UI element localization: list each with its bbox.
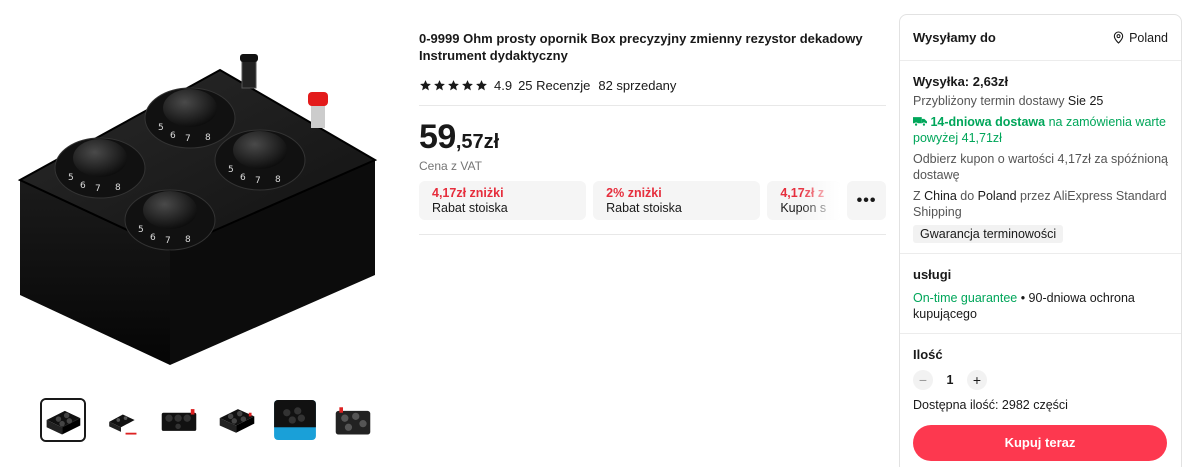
svg-text:5: 5 (68, 173, 74, 183)
fast-delivery-label: 14-dniowa dostawa (930, 114, 1046, 129)
thumbnail-5[interactable] (272, 398, 318, 442)
thumbnail-strip (40, 398, 376, 442)
rating-row: 4.9 25 Recenzje 82 sprzedany (419, 78, 886, 93)
product-title: 0-9999 Ohm prosty opornik Box precyzyjny… (419, 31, 863, 63)
svg-text:8: 8 (185, 235, 191, 245)
thumbnail-1[interactable] (40, 398, 86, 442)
shipping-route: Z China do Poland przez AliExpress Stand… (913, 188, 1168, 221)
svg-text:8: 8 (205, 133, 211, 143)
coupon-store-coupon[interactable]: 4,17zł z Kupon s (767, 181, 841, 220)
svg-text:5: 5 (158, 123, 164, 133)
svg-text:6: 6 (150, 233, 156, 243)
services-title: usługi (913, 266, 952, 282)
price-decimal: ,57zł (455, 131, 500, 153)
delivery-date: Sie 25 (1067, 94, 1104, 108)
decrease-quantity-button[interactable]: − (913, 369, 933, 390)
route-prefix: Z (913, 188, 925, 203)
more-coupons-button[interactable]: ••• (847, 181, 886, 220)
svg-text:5: 5 (228, 165, 234, 175)
route-mid: do (956, 188, 978, 203)
purchase-panel: Wysyłamy do Poland Wysyłka: 2,63zł Przyb… (899, 14, 1182, 467)
increase-quantity-button[interactable]: + (967, 369, 987, 390)
svg-text:8: 8 (115, 183, 121, 193)
coupon-subtitle: Kupon s (780, 201, 827, 215)
on-time-guarantee: On-time guarantee (913, 290, 1018, 305)
sold-count: 82 sprzedany (598, 78, 677, 93)
svg-text:8: 8 (275, 175, 281, 185)
vat-note: Cena z VAT (419, 159, 482, 173)
location-pin-icon (1113, 31, 1124, 44)
late-delivery-coupon: Odbierz kupon o wartości 4,17zł za spóźn… (913, 151, 1169, 183)
thumbnail-4[interactable] (214, 398, 260, 442)
product-info: 0-9999 Ohm prosty opornik Box precyzyjny… (419, 30, 886, 235)
route-origin: China (924, 188, 957, 203)
delivery-prefix: Przybliżony termin dostawy (913, 94, 1068, 108)
quantity-section: Ilość − 1 + Dostępna ilość: 2982 części … (900, 334, 1181, 461)
star-icon (462, 80, 473, 91)
destination-country: Poland (1129, 30, 1168, 45)
coupon-store-discount-2[interactable]: 2% zniżki Rabat stoiska (593, 181, 761, 220)
svg-text:7: 7 (165, 236, 171, 246)
svg-text:7: 7 (185, 134, 191, 144)
star-icon (434, 80, 445, 91)
quantity-title: Ilość (913, 346, 943, 362)
coupon-title: 4,17zł z (780, 186, 825, 200)
shipping-section: Wysyłka: 2,63zł Przybliżony termin dosta… (900, 61, 1181, 254)
svg-text:5: 5 (138, 225, 144, 235)
thumbnail-2[interactable] (98, 398, 144, 442)
coupon-subtitle: Rabat stoiska (606, 201, 682, 215)
ship-to-label: Wysyłamy do (913, 30, 996, 45)
thumbnail-6[interactable] (330, 398, 376, 442)
svg-text:6: 6 (240, 173, 246, 183)
destination[interactable]: Poland (1113, 31, 1168, 45)
coupon-subtitle: Rabat stoiska (432, 201, 508, 215)
route-destination: Poland (977, 188, 1017, 203)
fast-delivery-note: 14-dniowa dostawa na zamówienia warte po… (913, 114, 1168, 147)
guarantee-tag[interactable]: Gwarancja terminowości (913, 224, 1064, 243)
star-icon (476, 80, 487, 91)
buy-now-button[interactable]: Kupuj teraz (913, 424, 1167, 461)
coupon-list: 4,17zł zniżki Rabat stoiska 2% zniżki Ra… (419, 181, 886, 220)
divider (419, 234, 886, 235)
star-rating (419, 79, 488, 92)
main-product-image[interactable]: 5678 5678 5678 5678 (10, 40, 390, 380)
truck-icon (913, 116, 927, 127)
thumbnail-3[interactable] (156, 398, 202, 442)
price-integer: 59 (419, 118, 456, 156)
price: 59 ,57zł (419, 118, 886, 157)
delivery-estimate: Przybliżony termin dostawy Sie 25 (913, 93, 1168, 110)
shipping-title: Wysyłka: 2,63zł (913, 74, 1009, 89)
services-list[interactable]: On-time guarantee • 90-dniowa ochrona ku… (913, 290, 1168, 323)
quantity-stepper: − 1 + (913, 369, 1168, 390)
rating-value: 4.9 (494, 78, 513, 93)
ship-to-header[interactable]: Wysyłamy do Poland (900, 15, 1181, 61)
svg-text:6: 6 (80, 181, 86, 191)
svg-text:6: 6 (170, 131, 176, 141)
divider (419, 105, 886, 106)
coupon-title: 4,17zł zniżki (432, 186, 504, 200)
coupon-store-discount-1[interactable]: 4,17zł zniżki Rabat stoiska (419, 181, 587, 220)
svg-text:7: 7 (95, 184, 101, 194)
available-quantity: Dostępna ilość: 2982 części (913, 397, 1068, 412)
product-gallery: 5678 5678 5678 5678 (0, 0, 400, 467)
reviews-link[interactable]: 25 Recenzje (518, 78, 590, 93)
svg-text:7: 7 (255, 176, 261, 186)
coupon-title: 2% zniżki (606, 186, 662, 200)
star-icon (448, 80, 459, 91)
services-section: usługi On-time guarantee • 90-dniowa och… (900, 254, 1181, 334)
quantity-value[interactable]: 1 (943, 373, 957, 387)
star-icon (420, 80, 431, 91)
